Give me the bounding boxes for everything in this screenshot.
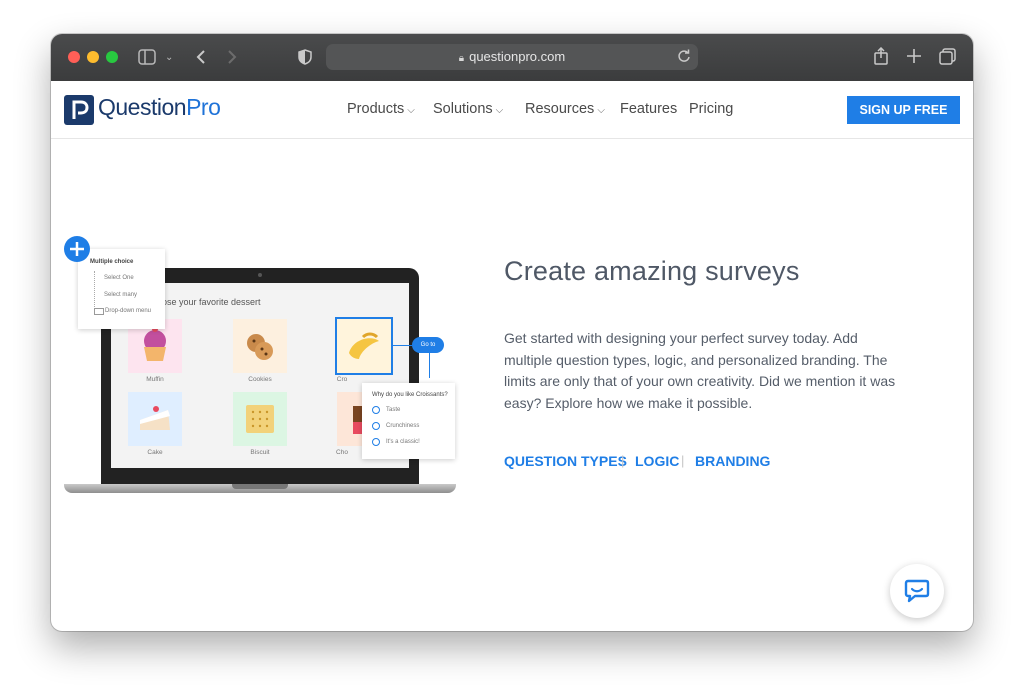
tile-biscuit [233, 392, 287, 446]
reload-icon[interactable] [677, 49, 691, 68]
tabs-overview-icon[interactable] [939, 48, 956, 70]
nav-label: Products [347, 101, 405, 117]
chat-bubble-icon [904, 579, 930, 608]
dropdown-icon [94, 308, 104, 315]
link-branding[interactable]: BRANDING [695, 453, 770, 469]
browser-toolbar: ⌄ 🔒︎ questionpro.com [51, 34, 973, 81]
link-logic[interactable]: LOGIC [635, 453, 679, 469]
followup-option: Crunchiness [386, 423, 420, 429]
followup-option: Taste [386, 407, 401, 413]
add-question-icon [64, 236, 90, 262]
tile-label: Biscuit [250, 449, 270, 456]
chevron-left-icon[interactable] [196, 49, 206, 70]
question-type-menu: Multiple choice Select One Select many D… [78, 249, 165, 329]
nav-label: Solutions [433, 101, 493, 117]
tile-label: Cro [336, 376, 348, 383]
nav-label: Features [620, 101, 678, 117]
lock-icon: 🔒︎ [458, 53, 465, 64]
nav-label: Pricing [689, 101, 734, 117]
tile-label: Cookies [248, 376, 272, 383]
hero-description: Get started with designing your perfect … [504, 330, 896, 411]
menu-item: Drop-down menu [105, 308, 152, 314]
camera-dot [258, 273, 262, 277]
chevron-down-icon[interactable]: ⌄ [165, 50, 173, 66]
laptop-notch [232, 484, 288, 489]
chat-widget-button[interactable] [890, 564, 944, 618]
nav-features[interactable]: Features [620, 101, 677, 117]
zoom-window-button[interactable] [106, 51, 118, 63]
sidebar-icon[interactable] [138, 49, 156, 70]
chevron-down-icon: ⌵ [597, 105, 605, 116]
menu-title: Multiple choice [90, 259, 134, 265]
share-icon[interactable] [874, 46, 888, 70]
plus-icon[interactable] [906, 48, 922, 69]
nav-pricing[interactable]: Pricing [689, 101, 733, 117]
nav-solutions[interactable]: Solutions ⌵ [433, 101, 503, 117]
nav-label: Resources [525, 101, 595, 117]
followup-question: Why do you like Croissants? [372, 392, 448, 398]
tile-cake [128, 392, 182, 446]
menu-item: Select One [104, 275, 134, 281]
address-bar[interactable]: 🔒︎ questionpro.com [326, 44, 698, 70]
hero-title: Create amazing surveys [504, 256, 800, 286]
logo-wordmark[interactable]: QuestionPro [98, 94, 221, 121]
site-header: QuestionPro Products ⌵ Solutions ⌵ Resourc… [51, 81, 973, 139]
menu-drag-guide [94, 271, 99, 311]
questionpro-logo-icon[interactable] [64, 95, 94, 125]
chevron-down-icon: ⌵ [495, 105, 504, 116]
link-separator: | [621, 453, 625, 468]
goto-connector-line [429, 352, 430, 378]
goto-connector-line [392, 345, 412, 346]
minimize-window-button[interactable] [87, 51, 99, 63]
followup-option: It's a classic! [386, 439, 420, 445]
close-window-button[interactable] [68, 51, 80, 63]
tile-label: Muffin [146, 376, 164, 383]
menu-item: Select many [104, 292, 138, 298]
tile-label: Cho [336, 449, 348, 456]
tile-label: Cake [147, 449, 163, 456]
followup-question-card: Why do you like Croissants? Taste Crunch… [362, 383, 455, 459]
sign-up-free-button[interactable]: SIGN UP FREE [847, 96, 960, 124]
question-title: oose your favorite dessert [157, 297, 261, 307]
logo-main-text: Question [98, 94, 187, 120]
radio-icon [372, 438, 380, 446]
link-question-types[interactable]: QUESTION TYPES [504, 453, 627, 469]
nav-products[interactable]: Products ⌵ [347, 101, 415, 117]
radio-icon [372, 406, 380, 414]
nav-resources[interactable]: Resources ⌵ [525, 101, 605, 117]
tile-cookies [233, 319, 287, 373]
chevron-right-icon[interactable] [227, 49, 237, 70]
goto-badge: Go to [412, 337, 444, 353]
link-separator: | [681, 453, 685, 468]
shield-icon[interactable] [298, 49, 312, 70]
browser-window: ⌄ 🔒︎ questionpro.com QuestionPro Product… [51, 34, 973, 631]
logo-accent-text: Pro [186, 94, 221, 120]
url-text: questionpro.com [469, 49, 566, 64]
radio-icon [372, 422, 380, 430]
tile-croissant [335, 317, 393, 375]
chevron-down-icon: ⌵ [407, 105, 415, 116]
